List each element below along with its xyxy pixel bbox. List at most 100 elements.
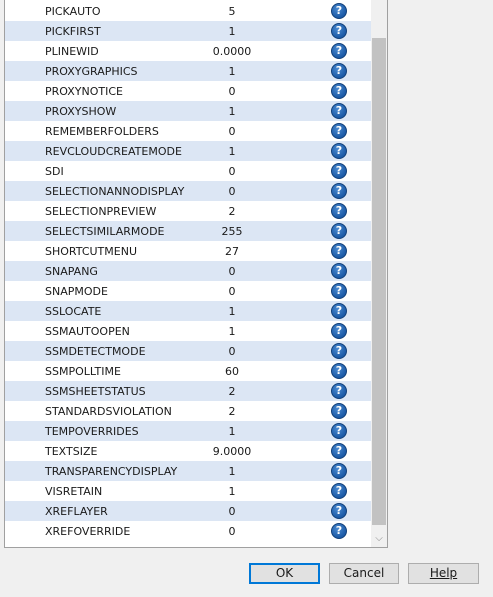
variable-row[interactable]: PLINEWID 0.0000?: [5, 41, 371, 61]
variable-row[interactable]: STANDARDSVIOLATION 2?: [5, 401, 371, 421]
variables-rows: PICKAUTO 5? PICKFIRST 1? PLINEWID 0.0000? PROX…: [5, 1, 371, 541]
variable-value: 2: [228, 204, 236, 218]
variable-value: 1: [228, 64, 236, 78]
variable-row[interactable]: PROXYSHOW 1?: [5, 101, 371, 121]
variable-name: XREFLAYER: [45, 504, 108, 518]
variable-name: PROXYSHOW: [45, 104, 117, 118]
help-question-icon[interactable]: ?: [331, 83, 347, 99]
variable-name: SSLOCATE: [45, 304, 102, 318]
help-question-icon[interactable]: ?: [331, 463, 347, 479]
help-question-icon[interactable]: ?: [331, 23, 347, 39]
help-question-icon[interactable]: ?: [331, 343, 347, 359]
variable-value: 1: [228, 324, 236, 338]
variable-value: 0: [228, 284, 236, 298]
variable-name: SSMPOLLTIME: [45, 364, 121, 378]
variable-value: 5: [228, 4, 236, 18]
variable-row[interactable]: XREFOVERRIDE 0?: [5, 521, 371, 541]
variable-row[interactable]: SDI 0?: [5, 161, 371, 181]
help-question-icon[interactable]: ?: [331, 203, 347, 219]
help-question-icon[interactable]: ?: [331, 423, 347, 439]
variable-row[interactable]: SNAPMODE 0?: [5, 281, 371, 301]
variable-row[interactable]: SELECTIONPREVIEW 2?: [5, 201, 371, 221]
variable-value: 2: [228, 404, 236, 418]
ok-button[interactable]: OK: [249, 563, 320, 584]
variable-value: 27: [225, 244, 239, 258]
variable-row[interactable]: TEXTSIZE 9.0000?: [5, 441, 371, 461]
variable-name: SNAPANG: [45, 264, 98, 278]
help-question-icon[interactable]: ?: [331, 263, 347, 279]
system-variables-list: PICKAUTO 5? PICKFIRST 1? PLINEWID 0.0000? PROX…: [4, 0, 388, 548]
variable-row[interactable]: REVCLOUDCREATEMODE 1?: [5, 141, 371, 161]
cancel-button[interactable]: Cancel: [329, 563, 399, 584]
scrollbar-thumb[interactable]: [372, 38, 386, 525]
help-question-icon[interactable]: ?: [331, 363, 347, 379]
help-question-icon[interactable]: ?: [331, 163, 347, 179]
help-question-icon[interactable]: ?: [331, 183, 347, 199]
variable-name: SHORTCUTMENU: [45, 244, 138, 258]
help-question-icon[interactable]: ?: [331, 103, 347, 119]
variable-name: SELECTIONPREVIEW: [45, 204, 157, 218]
variable-value: 1: [228, 464, 236, 478]
variable-row[interactable]: XREFLAYER 0?: [5, 501, 371, 521]
variable-row[interactable]: PICKAUTO 5?: [5, 1, 371, 21]
help-question-icon[interactable]: ?: [331, 43, 347, 59]
variable-row[interactable]: TEMPOVERRIDES 1?: [5, 421, 371, 441]
variable-value: 1: [228, 104, 236, 118]
vertical-scrollbar[interactable]: ⌵: [371, 0, 387, 547]
variable-name: SELECTSIMILARMODE: [45, 224, 165, 238]
variable-name: PROXYGRAPHICS: [45, 64, 138, 78]
variable-row[interactable]: SELECTIONANNODISPLAY 0?: [5, 181, 371, 201]
variable-row[interactable]: SSMAUTOOPEN 1?: [5, 321, 371, 341]
scroll-down-arrow-icon[interactable]: ⌵: [371, 530, 387, 547]
variable-value: 0: [228, 184, 236, 198]
help-question-icon[interactable]: ?: [331, 403, 347, 419]
help-question-icon[interactable]: ?: [331, 143, 347, 159]
variable-row[interactable]: SSMSHEETSTATUS 2?: [5, 381, 371, 401]
help-question-icon[interactable]: ?: [331, 63, 347, 79]
variable-value: 0: [228, 84, 236, 98]
variable-value: 2: [228, 384, 236, 398]
variable-row[interactable]: REMEMBERFOLDERS 0?: [5, 121, 371, 141]
help-button[interactable]: Help: [408, 563, 479, 584]
variable-value: 60: [225, 364, 239, 378]
variable-row[interactable]: SSMPOLLTIME 60?: [5, 361, 371, 381]
variable-row[interactable]: SNAPANG 0?: [5, 261, 371, 281]
variable-row[interactable]: SHORTCUTMENU 27?: [5, 241, 371, 261]
help-question-icon[interactable]: ?: [331, 123, 347, 139]
variable-row[interactable]: VISRETAIN 1?: [5, 481, 371, 501]
help-question-icon[interactable]: ?: [331, 243, 347, 259]
help-question-icon[interactable]: ?: [331, 383, 347, 399]
variable-row[interactable]: PICKFIRST 1?: [5, 21, 371, 41]
variable-value: 255: [221, 224, 243, 238]
variable-row[interactable]: PROXYGRAPHICS 1?: [5, 61, 371, 81]
help-button-label: Help: [429, 566, 458, 580]
variable-name: SSMSHEETSTATUS: [45, 384, 146, 398]
help-question-icon[interactable]: ?: [331, 303, 347, 319]
variable-name: REMEMBERFOLDERS: [45, 124, 159, 138]
variable-name: TRANSPARENCYDISPLAY: [45, 464, 178, 478]
variable-row[interactable]: PROXYNOTICE 0?: [5, 81, 371, 101]
variable-row[interactable]: SSLOCATE 1?: [5, 301, 371, 321]
help-question-icon[interactable]: ?: [331, 283, 347, 299]
variable-row[interactable]: TRANSPARENCYDISPLAY 1?: [5, 461, 371, 481]
variable-value: 0: [228, 264, 236, 278]
help-question-icon[interactable]: ?: [331, 323, 347, 339]
help-question-icon[interactable]: ?: [331, 443, 347, 459]
variable-value: 0: [228, 124, 236, 138]
variable-row[interactable]: SELECTSIMILARMODE 255?: [5, 221, 371, 241]
help-question-icon[interactable]: ?: [331, 523, 347, 539]
variable-name: TEMPOVERRIDES: [45, 424, 139, 438]
help-question-icon[interactable]: ?: [331, 3, 347, 19]
help-question-icon[interactable]: ?: [331, 223, 347, 239]
variable-row[interactable]: SSMDETECTMODE 0?: [5, 341, 371, 361]
help-question-icon[interactable]: ?: [331, 483, 347, 499]
variable-value: 1: [228, 144, 236, 158]
variable-value: 1: [228, 304, 236, 318]
variable-name: PICKAUTO: [45, 4, 101, 18]
variable-value: 1: [228, 24, 236, 38]
variable-name: PICKFIRST: [45, 24, 101, 38]
help-question-icon[interactable]: ?: [331, 503, 347, 519]
variable-name: SELECTIONANNODISPLAY: [45, 184, 185, 198]
variable-value: 0: [228, 524, 236, 538]
variable-value: 0: [228, 164, 236, 178]
